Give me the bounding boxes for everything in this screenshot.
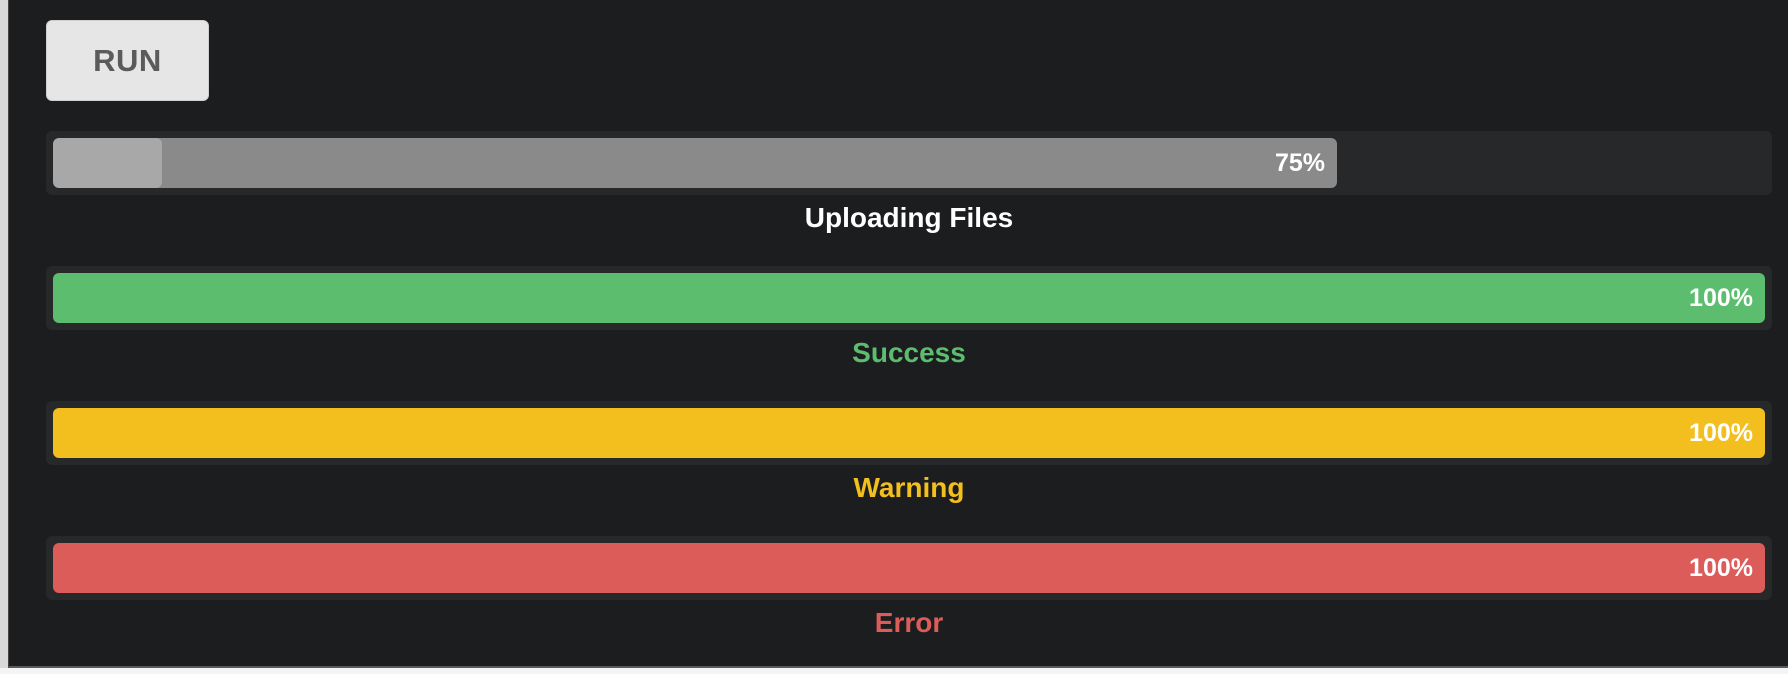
progress-shine [53,138,162,188]
progress-caption-uploading: Uploading Files [804,202,1014,233]
progress-fill-warning: 100% [53,408,1765,458]
background-window-bottom [0,668,1788,674]
progress-percent-warning: 100% [1689,419,1753,447]
progress-percent-error: 100% [1689,554,1753,582]
progress-track-uploading: 75% [46,131,1772,195]
progress-track-warning: 100% [46,401,1772,465]
progress-fill-success: 100% [53,273,1765,323]
progress-fill-uploading: 75% [53,138,1337,188]
progress-percent-success: 100% [1689,284,1753,312]
progress-caption-warning: Warning [853,472,965,503]
run-button[interactable]: RUN [46,20,209,101]
progress-track-success: 100% [46,266,1772,330]
background-window-edge [0,0,8,674]
progress-caption-success: Success [852,337,966,368]
progress-percent-uploading: 75% [1274,149,1325,177]
progress-panel: RUN 75% Uploading Files 100% Success 100… [8,0,1788,668]
progress-track-error: 100% [46,536,1772,600]
progress-caption-error: Error [874,607,944,638]
progress-fill-error: 100% [53,543,1765,593]
